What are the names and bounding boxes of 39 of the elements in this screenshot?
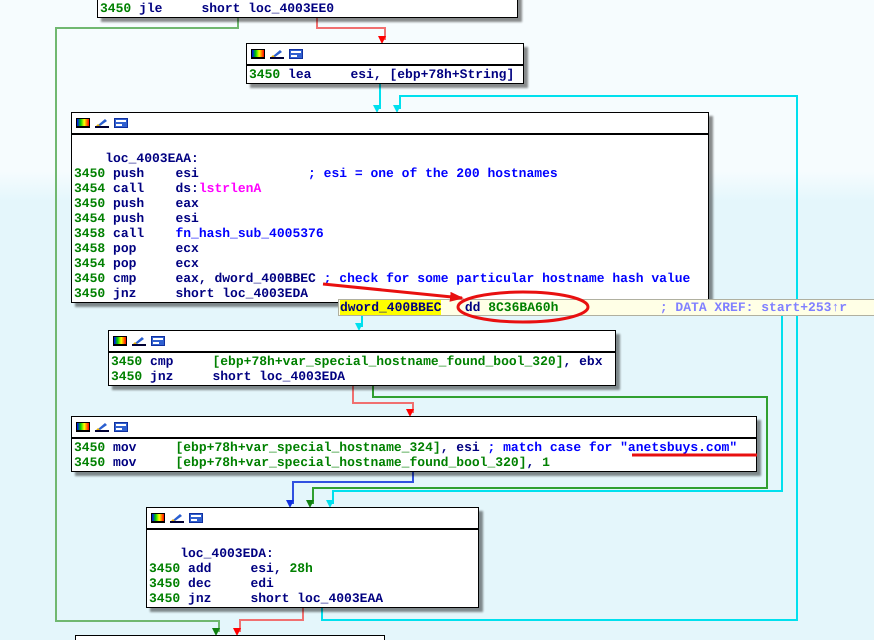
xref-comment: ; DATA XREF: start+253↑r <box>660 300 848 315</box>
assembly-line: 3450 add esi, 28h <box>149 561 314 576</box>
assembly-line: 3450 cmp [ebp+78h+var_special_hostname_found_bool_320], ebx <box>111 354 603 369</box>
color-chart-icon[interactable] <box>251 49 265 59</box>
data-directive: dd <box>464 300 482 315</box>
assembly-line: 3454 push esi <box>74 211 200 226</box>
assembly-line: 3450 jle short loc_4003EE0 <box>100 1 334 16</box>
pencil-icon[interactable] <box>132 336 146 346</box>
pencil-icon[interactable] <box>170 513 184 523</box>
assembly-line: 3450 jnz short loc_4003EDA <box>111 369 346 384</box>
assembly-line: 3458 call fn_hash_sub_4005376 <box>74 226 324 241</box>
assembly-line: 3450 jnz short loc_4003EAA <box>149 591 384 606</box>
textbox-icon[interactable] <box>114 422 128 432</box>
assembly-line: 3450 push esi ; esi = one of the 200 hostnames <box>74 166 558 181</box>
pencil-icon[interactable] <box>95 422 109 432</box>
assembly-line: 3450 mov [ebp+78h+var_special_hostname_found_bool_320], 1 <box>74 455 550 470</box>
pencil-icon[interactable] <box>270 49 284 59</box>
textbox-icon[interactable] <box>189 513 203 523</box>
data-value: 8C36BA60h <box>488 300 560 315</box>
textbox-icon[interactable] <box>151 336 165 346</box>
data-name-label[interactable]: dword_400BBEC <box>340 300 442 315</box>
code-label: loc_4003EDA: <box>179 546 274 561</box>
assembly-line: 3454 call ds:lstrlenA <box>74 181 262 196</box>
color-chart-icon[interactable] <box>76 422 90 432</box>
color-chart-icon[interactable] <box>151 513 165 523</box>
assembly-line: 3450 lea esi, [ebp+78h+String] <box>249 67 514 82</box>
assembly-line: 3454 pop ecx <box>74 256 200 271</box>
code-label: loc_4003EAA: <box>104 151 199 166</box>
assembly-line: 3450 dec edi <box>149 576 275 591</box>
color-chart-icon[interactable] <box>76 118 90 128</box>
flow-edge <box>316 17 386 44</box>
pencil-icon[interactable] <box>95 118 109 128</box>
textbox-icon[interactable] <box>114 118 128 128</box>
assembly-line: 3450 mov [ebp+78h+var_special_hostname_324], esi ; match case for "anetsbuys.com" <box>74 440 738 455</box>
assembly-line: 3450 jnz short loc_4003EDA <box>74 286 308 301</box>
assembly-line: 3450 push eax <box>74 196 200 211</box>
assembly-line: 3458 pop ecx <box>74 241 200 256</box>
textbox-icon[interactable] <box>289 49 303 59</box>
color-chart-icon[interactable] <box>113 336 127 346</box>
